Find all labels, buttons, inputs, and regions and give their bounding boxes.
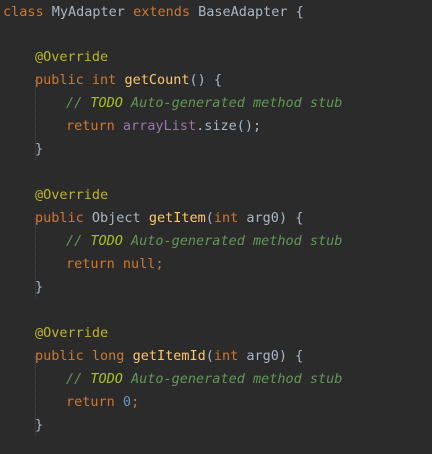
keyword-public: public xyxy=(35,72,84,88)
method-params: () { xyxy=(189,72,222,88)
code-line-comment: // TODO Auto-generated method stub xyxy=(66,230,342,253)
paren-close: ) { xyxy=(278,348,304,364)
field-reference: arrayList xyxy=(122,118,197,134)
param-name: arg0 xyxy=(246,210,279,226)
code-line-return: return 0; xyxy=(66,391,139,414)
comment-slashes: // xyxy=(66,371,91,387)
number-literal: 0 xyxy=(122,394,132,410)
base-class-name: BaseAdapter xyxy=(198,4,288,20)
keyword-public: public xyxy=(35,210,84,226)
comment-slashes: // xyxy=(66,233,91,249)
return-type: int xyxy=(91,72,117,88)
close-brace: } xyxy=(35,141,44,157)
comment-text: Auto-generated method stub xyxy=(122,371,343,387)
comment-todo: TODO xyxy=(90,233,123,249)
code-line-return: return arrayList.size(); xyxy=(66,115,261,138)
method-call: .size(); xyxy=(196,118,262,134)
code-line-return: return null; xyxy=(66,253,164,276)
code-line-comment: // TODO Auto-generated method stub xyxy=(66,92,342,115)
return-type: long xyxy=(91,348,125,364)
code-line-close-brace: } xyxy=(35,414,43,437)
method-name: getItem xyxy=(148,210,206,226)
keyword-return: return xyxy=(66,118,115,134)
close-brace: } xyxy=(35,279,44,295)
comment-text: Auto-generated method stub xyxy=(122,95,343,111)
param-type: int xyxy=(213,348,239,364)
class-name: MyAdapter xyxy=(51,4,125,20)
comment-todo: TODO xyxy=(90,371,123,387)
code-editor[interactable]: class MyAdapter extends BaseAdapter { @O… xyxy=(0,0,432,454)
null-literal: null xyxy=(122,256,156,272)
semicolon: ; xyxy=(131,394,140,410)
override-annotation: @Override xyxy=(35,49,109,65)
semicolon: ; xyxy=(155,256,164,272)
paren-close: ) { xyxy=(278,210,304,226)
code-line-method-signature: public Object getItem(int arg0) { xyxy=(35,207,303,230)
keyword-public: public xyxy=(35,348,84,364)
open-brace: { xyxy=(295,4,304,20)
keyword-extends: extends xyxy=(133,4,190,20)
code-line-method-signature: public int getCount() { xyxy=(35,69,222,92)
return-type: Object xyxy=(91,210,141,226)
comment-todo: TODO xyxy=(90,95,123,111)
code-line-annotation: @Override xyxy=(35,46,108,69)
param-name: arg0 xyxy=(246,348,279,364)
code-line-annotation: @Override xyxy=(35,322,108,345)
code-line-close-brace: } xyxy=(35,276,43,299)
method-name: getItemId xyxy=(132,348,206,364)
close-brace: } xyxy=(35,417,44,433)
code-line-comment: // TODO Auto-generated method stub xyxy=(66,368,342,391)
comment-text: Auto-generated method stub xyxy=(122,233,343,249)
code-line-close-brace: } xyxy=(35,138,43,161)
override-annotation: @Override xyxy=(35,187,109,203)
override-annotation: @Override xyxy=(35,325,109,341)
keyword-return: return xyxy=(66,394,115,410)
paren-open: ( xyxy=(205,210,214,226)
comment-slashes: // xyxy=(66,95,91,111)
code-line-annotation: @Override xyxy=(35,184,108,207)
keyword-class: class xyxy=(3,4,44,20)
paren-open: ( xyxy=(205,348,214,364)
method-name: getCount xyxy=(124,72,190,88)
code-line-method-signature: public long getItemId(int arg0) { xyxy=(35,345,303,368)
keyword-return: return xyxy=(66,256,115,272)
code-line-class-declaration: class MyAdapter extends BaseAdapter { xyxy=(3,1,304,24)
param-type: int xyxy=(213,210,239,226)
